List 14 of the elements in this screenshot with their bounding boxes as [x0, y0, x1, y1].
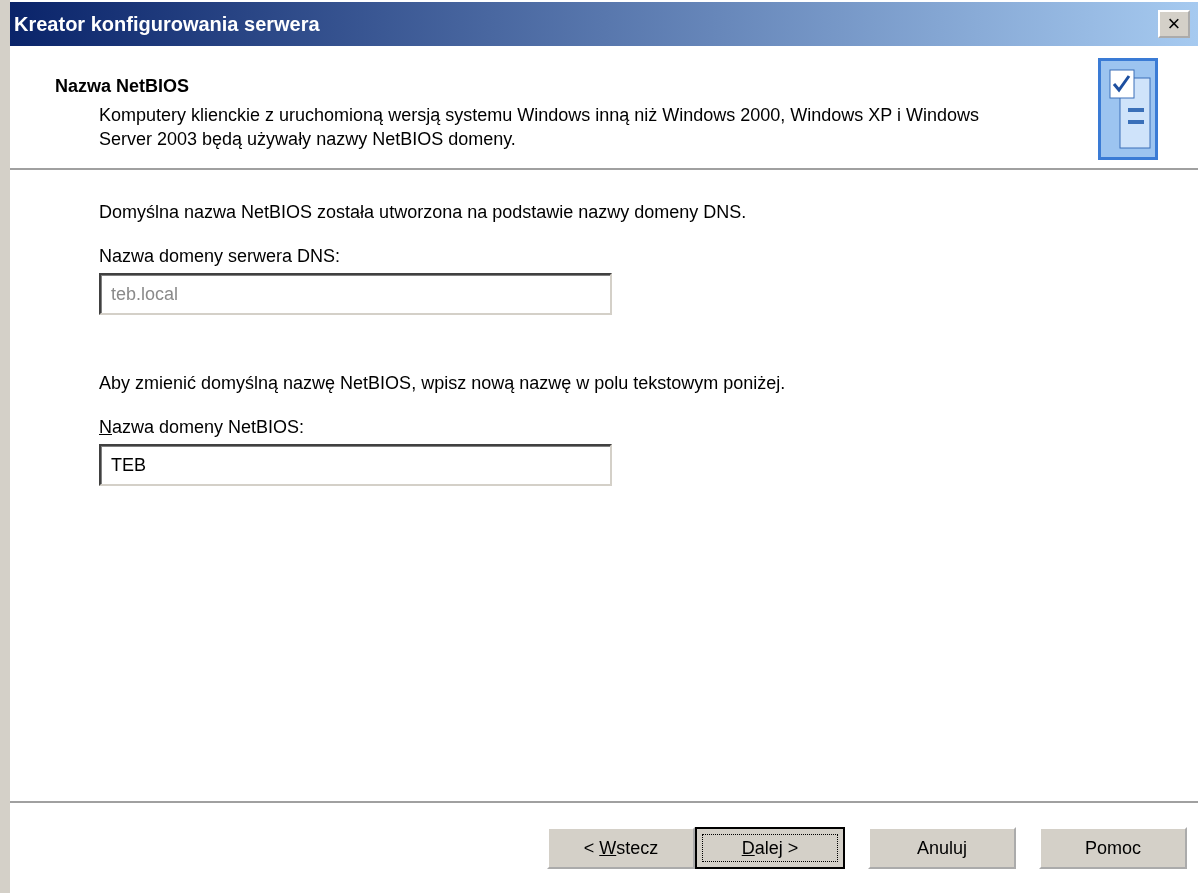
- instruction-text: Aby zmienić domyślną nazwę NetBIOS, wpisz nową nazwę w polu tekstowym poniżej.: [99, 373, 787, 394]
- close-button[interactable]: ×: [1158, 10, 1190, 38]
- instruction-text: Domyślna nazwa NetBIOS została utworzona na podstawie nazwy domeny DNS.: [99, 202, 748, 223]
- wizard-button[interactable]: < Wstecz: [547, 827, 695, 869]
- wizard-button[interactable]: Dalej >: [695, 827, 845, 869]
- page-description: Komputery klienckie z uruchomioną wersją systemu Windows inną niż Windows 2000, Windows XP i Windows Server 2003 będą używały nazwy NetBIOS domeny.: [98, 104, 981, 151]
- wizard-button[interactable]: Anuluj: [868, 827, 1016, 869]
- page-title: Nazwa NetBIOS: [55, 76, 191, 97]
- wizard-button[interactable]: Pomoc: [1039, 827, 1187, 869]
- text-field[interactable]: TEB: [99, 444, 612, 486]
- window-title: Kreator konfigurowania serwera: [14, 12, 320, 36]
- field-label: Nazwa domeny serwera DNS:: [99, 246, 342, 267]
- field-label: Nazwa domeny NetBIOS:: [99, 417, 306, 438]
- server-checklist-icon: [1098, 58, 1158, 160]
